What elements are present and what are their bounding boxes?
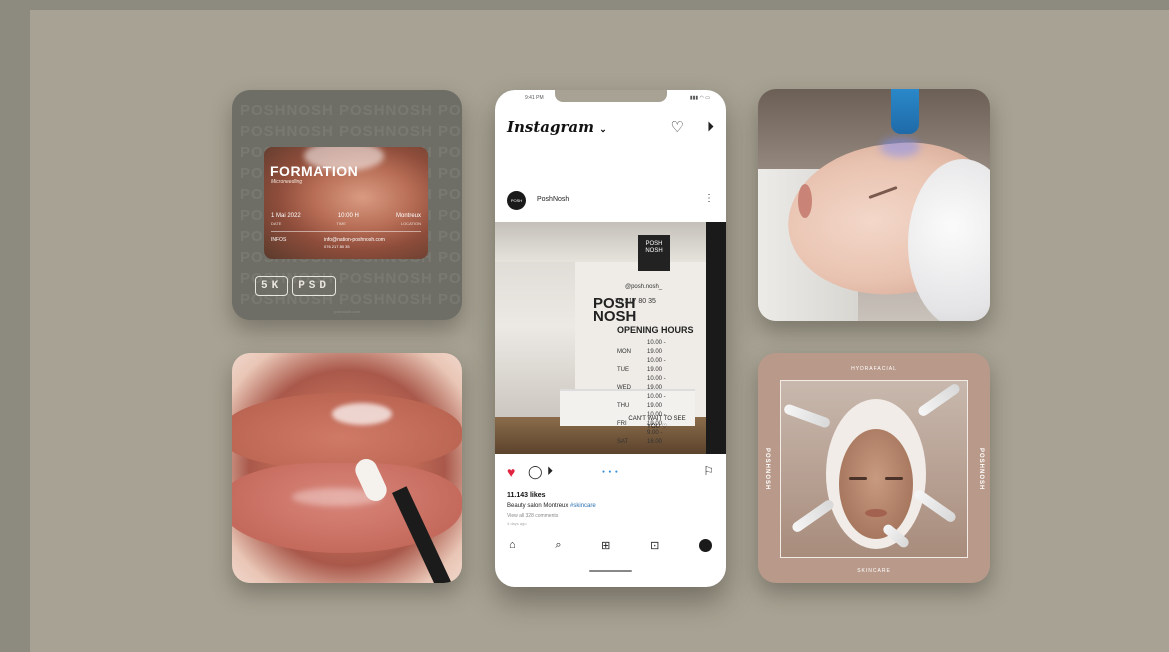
door-frame (706, 222, 726, 454)
closed-eye-right (885, 477, 903, 480)
formation-time: 10:00 H (337, 213, 359, 219)
device-glow (880, 137, 920, 157)
formation-title: FORMATION (270, 163, 359, 179)
like-icon[interactable]: ♥ (507, 464, 515, 480)
bookmark-icon[interactable]: ⚐ (703, 464, 714, 478)
lip-gloss-photo[interactable] (232, 353, 462, 583)
phone-notch (555, 90, 667, 102)
face (839, 429, 913, 539)
hydrafacial-frame (780, 380, 968, 558)
carousel-dots: ● ● ● (602, 469, 619, 475)
chevron-down-icon[interactable]: ⌄ (599, 125, 607, 135)
post-timestamp: 4 days ago (507, 521, 527, 526)
phone-mockup: 9:41 PM ▮▮▮ ◠ ▭ Instagram ⌄ ♡ ⏵ POSH NOS… (495, 90, 726, 587)
add-icon[interactable]: ⊞ (601, 539, 610, 553)
formation-phone: 076 217 80 35 (324, 244, 350, 249)
hours-row: SAT9.00 - 16.00 (617, 430, 663, 445)
home-indicator (589, 570, 632, 572)
hydrafacial-label: HYDRAFACIAL (851, 366, 897, 372)
date-label: DATE (271, 221, 282, 226)
salon-phone: 76 217 80 35 (615, 298, 656, 305)
bottom-tab-bar: ⌂ ⌕ ⊞ ⊡ (509, 539, 712, 553)
formation-footer: poshnosh.com (333, 309, 360, 314)
hours-row: MON10.00 - 19.00 (617, 340, 666, 355)
post-actions: ♥ ◯ ⏵ ● ● ● ⚐ (507, 464, 714, 480)
mouth (865, 509, 887, 517)
more-icon[interactable]: ⋮ (704, 193, 714, 204)
formation-location: Montreux (395, 213, 421, 219)
formation-date: 1 Mai 2022 (271, 213, 301, 219)
treatment-device (891, 89, 919, 134)
shop-icon[interactable]: ⊡ (650, 539, 659, 553)
post-caption: Beauty salon Montreux #skincare (507, 503, 596, 509)
badge-psd: PSD (292, 276, 337, 296)
formation-ad: FORMATION Microneedling 1 Mai 2022 10:00… (264, 147, 428, 259)
formation-subtitle: Microneedling (271, 179, 303, 185)
closed-eye-left (849, 477, 867, 480)
time-label: TIME (336, 221, 346, 226)
status-bar: 9:41 PM ▮▮▮ ◠ ▭ (495, 90, 726, 106)
hydra-tool-top-right (916, 382, 962, 418)
status-time: 9:41 PM (525, 95, 544, 101)
hours-row: THU10.00 - 19.00 (617, 394, 666, 409)
salon-handle: @posh.nosh_ (625, 284, 663, 290)
formation-email: info@nation-poshnosh.com (324, 237, 385, 243)
ceiling (495, 222, 726, 262)
lips (798, 184, 812, 218)
post-image[interactable]: POSH NOSH POSH NOSH @posh.nosh_ 76 217 8… (495, 222, 726, 454)
hours-row: TUE10.00 - 19.00 (617, 358, 666, 373)
divider (271, 231, 421, 232)
send-icon[interactable]: ⏵ (707, 118, 714, 135)
side-label-right: POSHNOSH (978, 448, 984, 491)
hydrafacial-card[interactable]: HYDRAFACIAL POSHNOSH POSHNOSH SKINCARE (758, 353, 990, 583)
likes-count[interactable]: 11.143 likes (507, 492, 546, 499)
post-header: POSH NOSH PoshNosh ⋮ (507, 191, 714, 222)
comment-icon[interactable]: ◯ (528, 464, 543, 480)
home-icon[interactable]: ⌂ (509, 539, 516, 553)
salon-sign: POSH NOSH (638, 235, 670, 271)
hydra-tool-top-left (782, 403, 832, 429)
side-label-left: POSHNOSH (764, 448, 770, 491)
lip-shine (332, 403, 392, 425)
heart-icon[interactable]: ♡ (671, 118, 684, 136)
facial-treatment-photo[interactable] (758, 89, 990, 321)
profile-avatar-icon[interactable] (698, 539, 712, 552)
instagram-logo[interactable]: Instagram ⌄ (507, 118, 607, 136)
post-username[interactable]: PoshNosh (537, 196, 569, 203)
brand-line-2: NOSH (593, 308, 637, 325)
badge-5k: 5K (255, 276, 289, 296)
view-comments-link[interactable]: View all 328 comments (507, 513, 558, 519)
formation-card[interactable]: POSHNOSH POSHNOSH POSHNOSH POSHNOSH POSH… (232, 90, 462, 320)
instagram-header: Instagram ⌄ ♡ ⏵ (507, 118, 714, 138)
opening-hours-title: OPENING HOURS (617, 325, 694, 335)
skincare-label: SKINCARE (857, 568, 891, 574)
info-label: INFOS (271, 237, 287, 243)
cant-wait-text: CAN'T WAIT TO SEE YOU ♡ (628, 416, 686, 430)
format-badges: 5K PSD (255, 276, 337, 296)
search-icon[interactable]: ⌕ (555, 539, 561, 553)
hours-row: WED10.00 - 19.00 (617, 376, 666, 391)
hashtag-link[interactable]: #skincare (570, 503, 596, 509)
formation-detail-labels: DATE TIME LOCATION (271, 221, 421, 226)
avatar[interactable]: POSH NOSH (507, 191, 526, 222)
signal-icon: ▮▮▮ ◠ ▭ (689, 95, 710, 101)
share-icon[interactable]: ⏵ (547, 464, 553, 479)
formation-details: 1 Mai 2022 10:00 H Montreux (271, 213, 421, 219)
hydra-tool-bottom-left (790, 498, 836, 534)
location-label: LOCATION (400, 221, 421, 226)
